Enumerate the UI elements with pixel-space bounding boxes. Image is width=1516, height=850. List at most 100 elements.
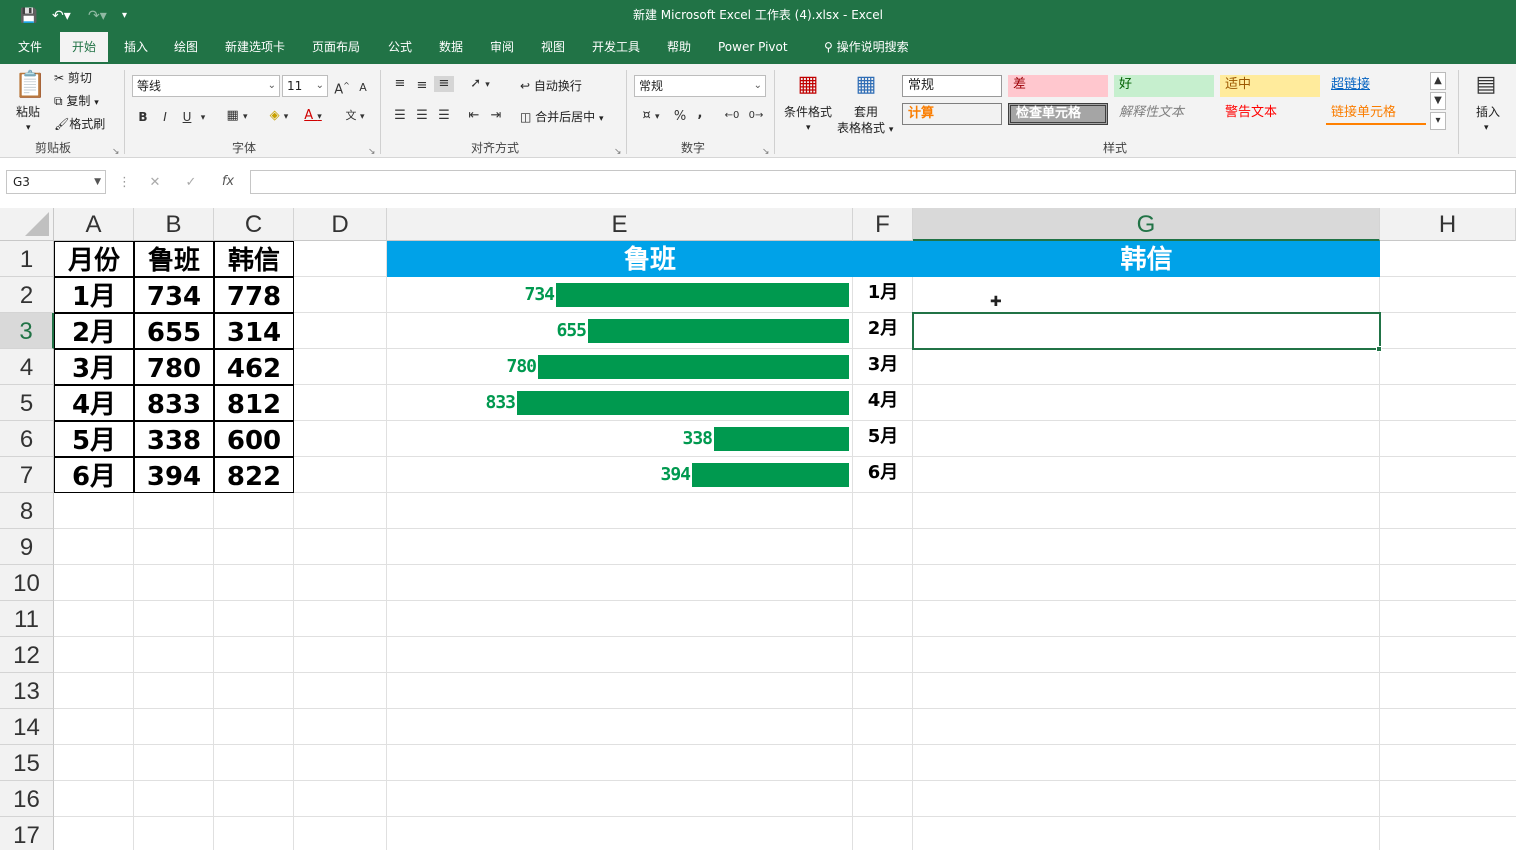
paste-label[interactable]: 粘贴 (16, 104, 40, 120)
name-box[interactable]: G3 ▼ (6, 170, 106, 194)
table-cell[interactable]: 812 (214, 385, 294, 421)
tell-me-search[interactable]: ⚲ 操作说明搜索 (812, 32, 921, 64)
styles-scroll-up-icon[interactable]: ▲ (1430, 72, 1446, 90)
tab-review[interactable]: 审阅 (478, 32, 526, 64)
fill-handle[interactable] (1376, 346, 1382, 352)
row-header-11[interactable]: 11 (0, 601, 54, 637)
style-explanatory[interactable]: 解释性文本 (1114, 103, 1214, 125)
comma-button[interactable]: , (694, 106, 706, 122)
table-header-cell[interactable]: 韩信 (214, 241, 294, 277)
table-cell[interactable]: 338 (134, 421, 214, 457)
col-header-a[interactable]: A (54, 208, 134, 241)
style-calc[interactable]: 计算 (902, 103, 1002, 125)
table-format-icon[interactable]: ▦ (852, 72, 880, 98)
style-bad[interactable]: 差 (1008, 75, 1108, 97)
row-header-9[interactable]: 9 (0, 529, 54, 565)
row-header-5[interactable]: 5 (0, 385, 54, 421)
decrease-indent-icon[interactable]: ⇤ (466, 108, 482, 124)
italic-button[interactable]: I (158, 109, 172, 125)
col-header-d[interactable]: D (294, 208, 387, 241)
select-all-corner[interactable] (0, 208, 54, 241)
font-name-combo[interactable]: 等线 ⌄ (132, 75, 280, 97)
col-header-e[interactable]: E (387, 208, 853, 241)
month-label[interactable]: 1月 (853, 275, 913, 311)
font-color-icon[interactable]: A ▾ (298, 108, 328, 125)
selected-cell-g3[interactable] (912, 312, 1381, 350)
align-middle-icon[interactable]: ≡ (414, 78, 430, 94)
row-header-3[interactable]: 3 (0, 313, 54, 349)
chevron-down-icon[interactable]: ▾ (806, 120, 811, 136)
shrink-font-icon[interactable]: A (356, 80, 370, 96)
insert-cells-label[interactable]: 插入 (1476, 104, 1500, 120)
chevron-down-icon[interactable]: ▾ (1484, 120, 1489, 136)
row-header-4[interactable]: 4 (0, 349, 54, 385)
currency-icon[interactable]: ¤ ▾ (636, 108, 666, 125)
header-hanxin[interactable]: 韩信 (913, 241, 1380, 277)
tab-formulas[interactable]: 公式 (376, 32, 424, 64)
month-label[interactable]: 2月 (853, 311, 913, 347)
style-good[interactable]: 好 (1114, 75, 1214, 97)
phonetic-guide-icon[interactable]: 文 ▾ (340, 108, 370, 125)
bold-button[interactable]: B (136, 109, 150, 125)
tab-help[interactable]: 帮助 (655, 32, 703, 64)
align-center-icon[interactable]: ☰ (414, 108, 430, 124)
row-header-10[interactable]: 10 (0, 565, 54, 601)
align-left-icon[interactable]: ☰ (392, 108, 408, 124)
formula-input[interactable] (250, 170, 1516, 194)
align-bottom-icon[interactable]: ≡ (434, 76, 454, 92)
table-cell[interactable]: 2月 (54, 313, 134, 349)
tab-file[interactable]: 文件 (6, 32, 54, 64)
increase-decimal-icon[interactable]: ←0 (722, 108, 742, 124)
table-cell[interactable]: 655 (134, 313, 214, 349)
table-cell[interactable]: 6月 (54, 457, 134, 493)
row-header-12[interactable]: 12 (0, 637, 54, 673)
paste-dropdown-icon[interactable]: ▾ (26, 120, 31, 136)
table-cell[interactable]: 778 (214, 277, 294, 313)
cut-button[interactable]: ✂ 剪切 (54, 70, 92, 86)
fill-color-icon[interactable]: ◈ ▾ (264, 108, 294, 125)
insert-cells-icon[interactable]: ▤ (1472, 72, 1500, 98)
style-linked-cell[interactable]: 链接单元格 (1326, 103, 1426, 125)
table-cell[interactable]: 5月 (54, 421, 134, 457)
style-warning[interactable]: 警告文本 (1220, 103, 1320, 125)
row-header-6[interactable]: 6 (0, 421, 54, 457)
table-cell[interactable]: 833 (134, 385, 214, 421)
tab-home[interactable]: 开始 (60, 32, 109, 64)
conditional-format-label[interactable]: 条件格式 (784, 104, 832, 120)
table-header-cell[interactable]: 鲁班 (134, 241, 214, 277)
table-cell[interactable]: 462 (214, 349, 294, 385)
style-neutral[interactable]: 适中 (1220, 75, 1320, 97)
table-format-label-1[interactable]: 套用 (854, 104, 878, 120)
month-label[interactable]: 6月 (853, 455, 913, 491)
paste-icon[interactable]: 📋 (14, 70, 46, 100)
table-cell[interactable]: 600 (214, 421, 294, 457)
style-check-cell[interactable]: 检查单元格 (1008, 103, 1108, 125)
tab-new[interactable]: 新建选项卡 (213, 32, 297, 64)
col-header-b[interactable]: B (134, 208, 214, 241)
styles-scroll-down-icon[interactable]: ▼ (1430, 92, 1446, 110)
format-painter-button[interactable]: 🖌格式刷 (54, 116, 105, 132)
grow-font-icon[interactable]: A^ (334, 78, 350, 98)
align-right-icon[interactable]: ☰ (436, 108, 452, 124)
orientation-icon[interactable]: ➚ ▾ (466, 76, 494, 93)
table-cell[interactable]: 1月 (54, 277, 134, 313)
table-cell[interactable]: 4月 (54, 385, 134, 421)
tab-view[interactable]: 视图 (529, 32, 577, 64)
number-format-combo[interactable]: 常规 ⌄ (634, 75, 766, 97)
worksheet-grid[interactable]: A B C D E F G H 1 2 3 4 5 6 7 8 9 10 11 … (0, 208, 1516, 850)
underline-button[interactable]: U (180, 109, 194, 125)
table-format-label-2[interactable]: 表格格式 ▾ (837, 120, 893, 138)
table-cell[interactable]: 394 (134, 457, 214, 493)
month-label[interactable]: 3月 (853, 347, 913, 383)
enter-icon[interactable]: ✓ (182, 175, 200, 191)
month-label[interactable]: 5月 (853, 419, 913, 455)
style-normal[interactable]: 常规 (902, 75, 1002, 97)
chevron-down-icon[interactable]: ▾ (198, 110, 208, 126)
col-header-h[interactable]: H (1380, 208, 1516, 241)
tab-page-layout[interactable]: 页面布局 (300, 32, 372, 64)
borders-icon[interactable]: ▦ ▾ (222, 108, 252, 125)
table-cell[interactable]: 780 (134, 349, 214, 385)
row-header-13[interactable]: 13 (0, 673, 54, 709)
col-header-f[interactable]: F (853, 208, 913, 241)
tab-developer[interactable]: 开发工具 (580, 32, 652, 64)
